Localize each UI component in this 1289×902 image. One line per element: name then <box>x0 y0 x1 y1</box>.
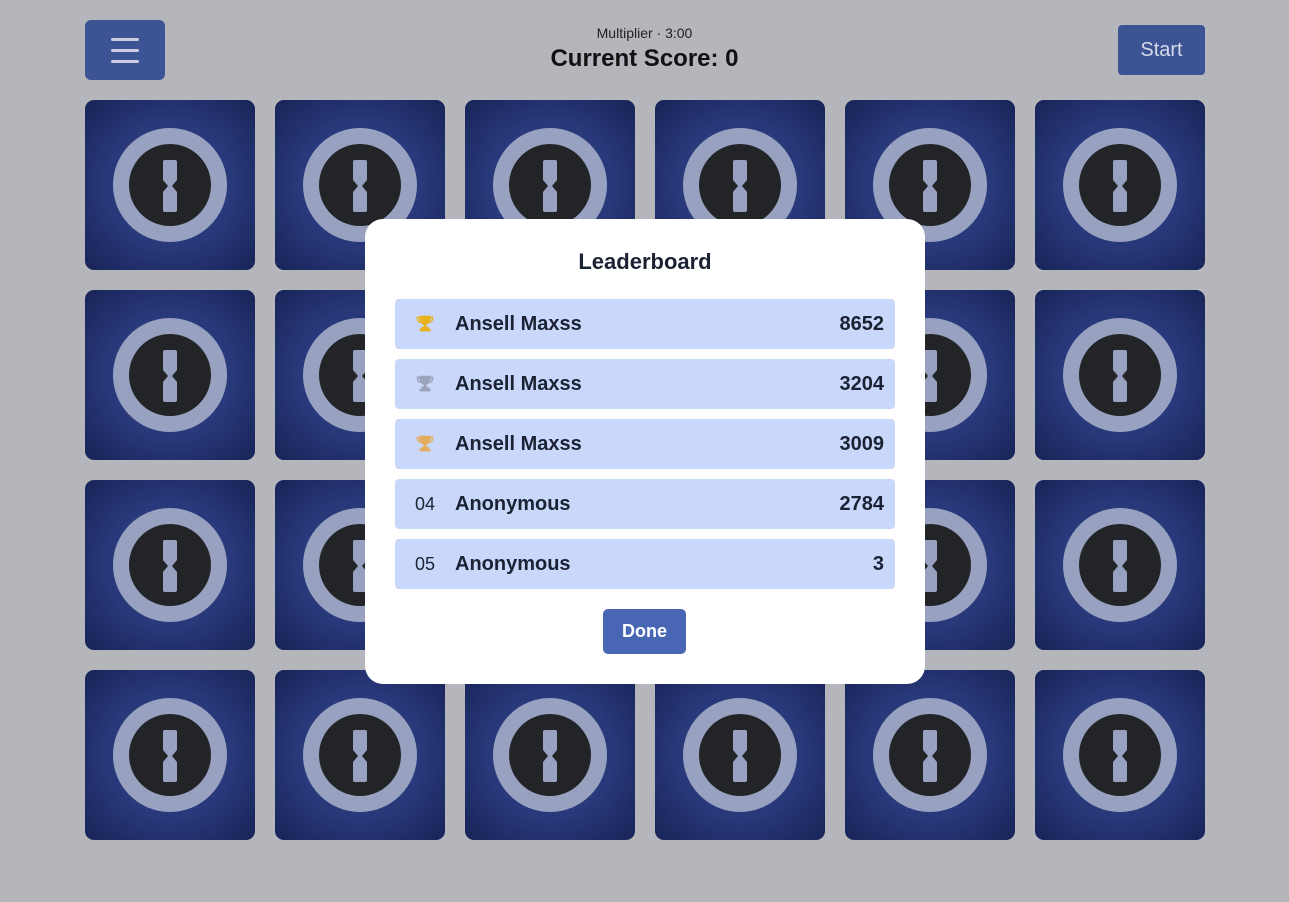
leaderboard-row: Ansell Maxss 8652 <box>395 299 895 349</box>
keyhole-lock-icon <box>113 698 227 812</box>
memory-card[interactable] <box>1035 670 1205 840</box>
mode-timer-label: Multiplier · 3:00 <box>596 25 693 41</box>
leaderboard-row: 04 Anonymous 2784 <box>395 479 895 529</box>
score-header: Multiplier · 3:00 Current Score: 0 <box>0 24 1289 74</box>
rank-number: 04 <box>414 493 436 514</box>
keyhole-lock-icon <box>1063 318 1177 432</box>
player-score: 8652 <box>839 312 885 335</box>
keyhole-lock-icon <box>1063 698 1177 812</box>
keyhole-lock-icon <box>303 698 417 812</box>
memory-card[interactable] <box>1035 480 1205 650</box>
memory-card[interactable] <box>85 670 255 840</box>
player-name: Ansell Maxss <box>455 312 582 335</box>
player-name: Ansell Maxss <box>455 432 582 455</box>
bronze-trophy-icon <box>395 433 455 455</box>
leaderboard-title: Leaderboard <box>578 249 712 274</box>
gold-trophy-icon <box>395 313 455 335</box>
keyhole-lock-icon <box>113 128 227 242</box>
keyhole-lock-icon <box>493 698 607 812</box>
keyhole-lock-icon <box>113 318 227 432</box>
start-button[interactable]: Start <box>1118 25 1205 75</box>
keyhole-lock-icon <box>683 698 797 812</box>
player-name: Anonymous <box>455 492 571 515</box>
memory-card[interactable] <box>85 290 255 460</box>
current-score: Current Score: 0 <box>550 45 739 72</box>
memory-card[interactable] <box>85 480 255 650</box>
leaderboard-row: 05 Anonymous 3 <box>395 539 895 589</box>
done-button[interactable]: Done <box>603 609 686 654</box>
keyhole-lock-icon <box>1063 508 1177 622</box>
player-name: Anonymous <box>455 552 571 575</box>
memory-card[interactable] <box>275 670 445 840</box>
game-screen: Multiplier · 3:00 Current Score: 0 Start… <box>0 0 1289 902</box>
keyhole-lock-icon <box>113 508 227 622</box>
leaderboard-dialog: Leaderboard Ansell Maxss 8652 Ansell Max… <box>365 219 925 684</box>
keyhole-lock-icon <box>1063 128 1177 242</box>
memory-card[interactable] <box>465 670 635 840</box>
memory-card[interactable] <box>1035 100 1205 270</box>
player-score: 3 <box>872 552 884 575</box>
leaderboard-row: Ansell Maxss 3009 <box>395 419 895 469</box>
memory-card[interactable] <box>85 100 255 270</box>
memory-card[interactable] <box>1035 290 1205 460</box>
leaderboard-row: Ansell Maxss 3204 <box>395 359 895 409</box>
silver-trophy-icon <box>395 373 455 395</box>
player-score: 2784 <box>839 492 885 515</box>
memory-card[interactable] <box>655 670 825 840</box>
player-name: Ansell Maxss <box>455 372 582 395</box>
player-score: 3204 <box>839 372 885 395</box>
rank-number: 05 <box>414 553 436 574</box>
keyhole-lock-icon <box>873 698 987 812</box>
memory-card[interactable] <box>845 670 1015 840</box>
player-score: 3009 <box>839 432 885 455</box>
